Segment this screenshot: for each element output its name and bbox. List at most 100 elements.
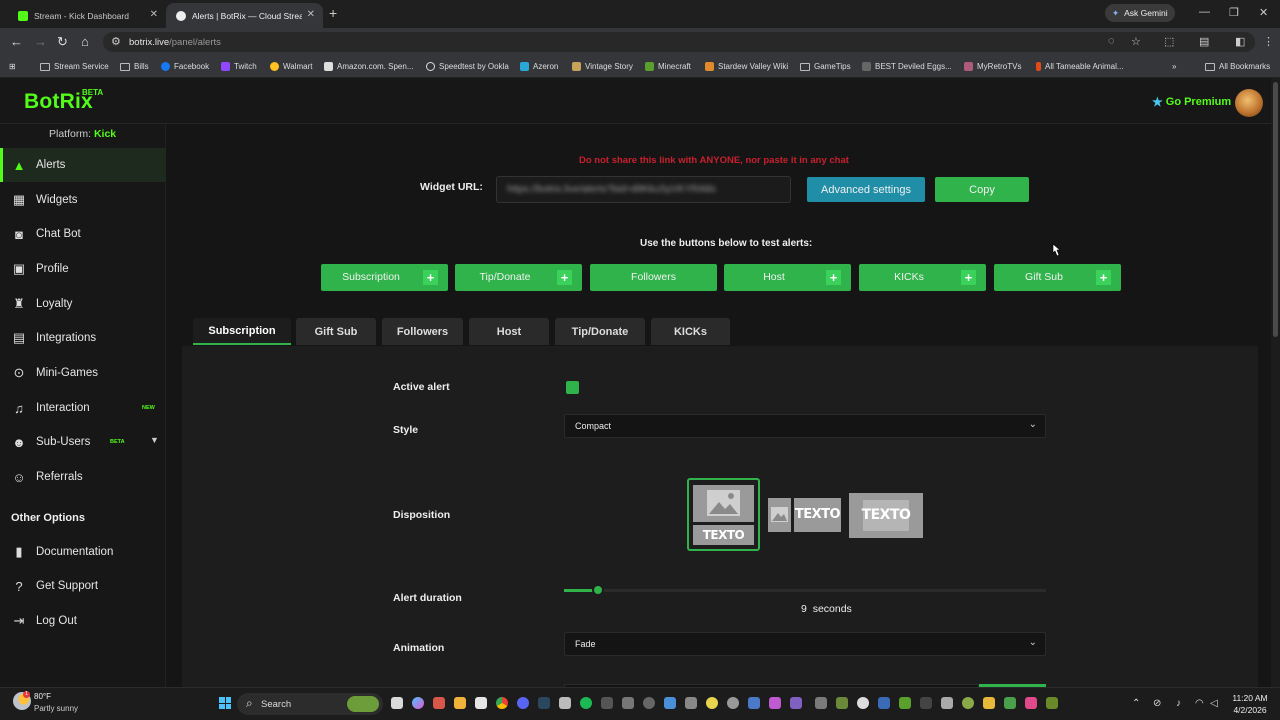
- sidebar-item-mini-games[interactable]: ⊙ Mini-Games: [0, 356, 166, 390]
- app-icon[interactable]: [857, 697, 869, 709]
- bookmark-item[interactable]: Walmart: [270, 62, 312, 71]
- app-icon[interactable]: [878, 697, 890, 709]
- spotify-icon[interactable]: [580, 697, 592, 709]
- bookmark-item[interactable]: Azeron: [520, 62, 558, 71]
- sidebar-item-get-support[interactable]: ? Get Support: [0, 569, 166, 603]
- file-explorer-icon[interactable]: [454, 697, 466, 709]
- new-tab-button[interactable]: +: [329, 5, 337, 21]
- app-icon[interactable]: [983, 697, 995, 709]
- settings-icon[interactable]: [685, 697, 697, 709]
- apps-grid-icon[interactable]: ⊞: [9, 62, 16, 71]
- volume-icon[interactable]: ◁: [1210, 698, 1218, 709]
- active-alert-checkbox[interactable]: [566, 381, 579, 394]
- profile-icon[interactable]: ◧: [1235, 35, 1245, 48]
- taskbar-date[interactable]: 4/2/2026: [1227, 705, 1273, 715]
- animation-select[interactable]: Fade ⌄: [564, 632, 1046, 656]
- alert-duration-slider-handle[interactable]: [592, 584, 604, 596]
- app-icon[interactable]: [643, 697, 655, 709]
- app-icon[interactable]: [475, 697, 487, 709]
- bookmark-item[interactable]: Facebook: [161, 62, 209, 71]
- bookmark-item[interactable]: Vintage Story: [572, 62, 633, 71]
- app-icon[interactable]: [727, 697, 739, 709]
- disposition-option-overlay[interactable]: TEXTO: [849, 493, 923, 538]
- sidebar-item-chat-bot[interactable]: ◙ Chat Bot: [0, 217, 166, 251]
- sidebar-item-integrations[interactable]: ▤ Integrations: [0, 321, 166, 355]
- microphone-icon[interactable]: ♪: [1176, 698, 1181, 709]
- bookmark-item[interactable]: GameTips: [800, 62, 851, 71]
- bookmark-item[interactable]: Twitch: [221, 62, 257, 71]
- plus-icon[interactable]: +: [1096, 270, 1111, 285]
- scrollbar-thumb[interactable]: [1273, 82, 1278, 337]
- close-tab-icon[interactable]: ✕: [150, 9, 158, 20]
- sidebar-item-profile[interactable]: ▣ Profile: [0, 252, 166, 286]
- bookmark-item[interactable]: Minecraft: [645, 62, 691, 71]
- app-icon[interactable]: [836, 697, 848, 709]
- bookmark-item[interactable]: Amazon.com. Spen...: [324, 62, 413, 71]
- go-premium-link[interactable]: ★ Go Premium: [1152, 95, 1231, 109]
- sidebar-item-loyalty[interactable]: ♜ Loyalty: [0, 287, 166, 321]
- minimize-window-icon[interactable]: —: [1199, 6, 1210, 18]
- app-icon[interactable]: [559, 697, 571, 709]
- weather-condition[interactable]: Partly sunny: [34, 704, 78, 713]
- app-icon[interactable]: [962, 697, 974, 709]
- tab-host[interactable]: Host: [469, 318, 549, 345]
- steam-icon[interactable]: [538, 697, 550, 709]
- browser-tab-botrix[interactable]: Alerts | BotRix — Cloud Stream ✕: [166, 3, 323, 28]
- close-tab-icon[interactable]: ✕: [307, 9, 315, 20]
- app-icon[interactable]: [1025, 697, 1037, 709]
- tab-subscription[interactable]: Subscription: [193, 318, 291, 345]
- bookmark-item[interactable]: Speedtest by Ookla: [426, 62, 509, 71]
- sidebar-item-referrals[interactable]: ☺ Referrals: [0, 460, 166, 494]
- app-icon[interactable]: [790, 697, 802, 709]
- test-kicks-button[interactable]: KICKs +: [859, 264, 986, 291]
- minecraft-icon[interactable]: [899, 697, 911, 709]
- wifi-icon[interactable]: ◠: [1195, 698, 1204, 709]
- tab-kicks[interactable]: KICKs: [651, 318, 730, 345]
- sidebar-item-widgets[interactable]: ▦ Widgets: [0, 183, 166, 217]
- plus-icon[interactable]: +: [557, 270, 572, 285]
- disposition-option-stacked[interactable]: TEXTO: [687, 478, 760, 551]
- eye-off-icon[interactable]: ◌: [1108, 35, 1115, 47]
- sidebar-item-documentation[interactable]: ▮ Documentation: [0, 535, 166, 569]
- tray-app-icon[interactable]: ⊘: [1153, 698, 1161, 709]
- test-gift-sub-button[interactable]: Gift Sub +: [994, 264, 1121, 291]
- tray-chevron-up-icon[interactable]: ⌃: [1132, 698, 1140, 709]
- bookmark-item[interactable]: MyRetroTVs: [964, 62, 1021, 71]
- bookmark-item[interactable]: All Tameable Animal...: [1036, 62, 1124, 71]
- tab-tip-donate[interactable]: Tip/Donate: [555, 318, 645, 345]
- chevron-down-icon[interactable]: ▼: [150, 435, 159, 445]
- forward-arrow-icon[interactable]: →: [34, 34, 47, 49]
- extensions-icon[interactable]: ⬚: [1164, 35, 1174, 48]
- bookmark-item[interactable]: Stream Service: [40, 62, 109, 71]
- chrome-icon[interactable]: [496, 697, 508, 709]
- ask-gemini-button[interactable]: ✦ Ask Gemini: [1105, 4, 1175, 22]
- all-bookmarks[interactable]: All Bookmarks: [1205, 62, 1270, 71]
- site-info-icon[interactable]: ⚙: [111, 35, 121, 48]
- discord-icon[interactable]: [517, 697, 529, 709]
- bookmark-star-icon[interactable]: ☆: [1131, 35, 1141, 48]
- app-icon[interactable]: [664, 697, 676, 709]
- app-icon[interactable]: [1046, 697, 1058, 709]
- taskbar-clock[interactable]: 11:20 AM: [1227, 693, 1273, 703]
- more-bookmarks-icon[interactable]: »: [1172, 62, 1176, 71]
- alert-duration-slider[interactable]: [564, 589, 1046, 592]
- back-arrow-icon[interactable]: ←: [10, 34, 23, 49]
- widget-url-field[interactable]: https://botrix.live/alerts?bid=d9KkuSyVK…: [496, 176, 791, 203]
- reload-icon[interactable]: ↻: [57, 34, 68, 50]
- test-subscription-button[interactable]: Subscription +: [321, 264, 448, 291]
- tab-followers[interactable]: Followers: [382, 318, 463, 345]
- app-icon[interactable]: [920, 697, 932, 709]
- bookmark-item[interactable]: Bills: [120, 62, 149, 71]
- home-icon[interactable]: ⌂: [81, 34, 89, 49]
- plus-icon[interactable]: +: [826, 270, 841, 285]
- sidepanel-icon[interactable]: ▤: [1199, 35, 1209, 48]
- app-icon[interactable]: [815, 697, 827, 709]
- copy-button[interactable]: Copy: [935, 177, 1029, 202]
- windows-start-icon[interactable]: [219, 697, 231, 709]
- app-icon[interactable]: [622, 697, 634, 709]
- plus-icon[interactable]: +: [961, 270, 976, 285]
- browser-tab-kick[interactable]: Stream - Kick Dashboard ✕: [8, 3, 166, 28]
- close-window-icon[interactable]: ✕: [1259, 6, 1268, 19]
- app-icon[interactable]: [601, 697, 613, 709]
- plus-icon[interactable]: +: [423, 270, 438, 285]
